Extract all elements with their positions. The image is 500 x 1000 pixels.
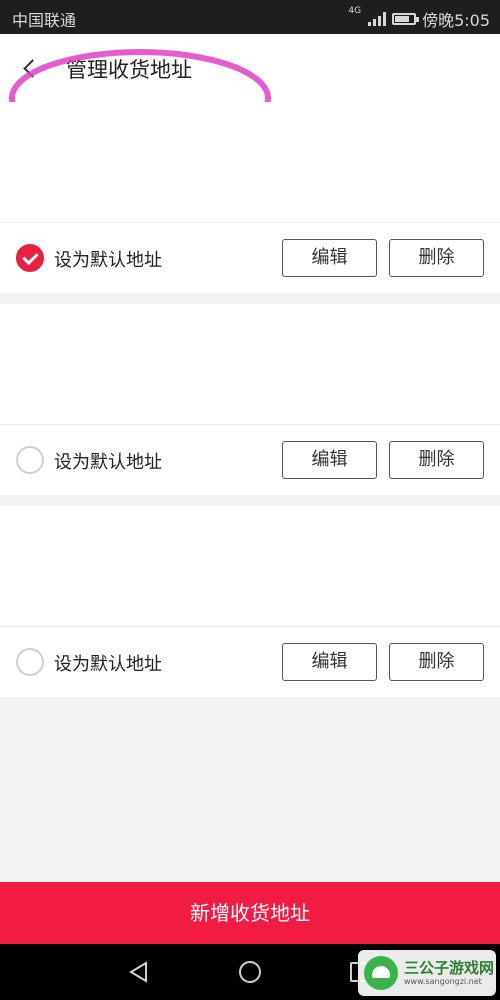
status-bar: 中国联通 4G 傍晚5:05 bbox=[0, 0, 500, 34]
back-arrow-icon[interactable] bbox=[22, 60, 38, 76]
status-icons: 4G 傍晚5:05 bbox=[348, 7, 490, 31]
address-details[interactable] bbox=[0, 506, 500, 627]
edit-button[interactable]: 编辑 bbox=[282, 239, 377, 277]
add-address-button[interactable]: 新增收货地址 bbox=[0, 882, 500, 944]
delete-button[interactable]: 删除 bbox=[389, 441, 484, 479]
default-label: 设为默认地址 bbox=[54, 452, 162, 473]
address-details[interactable] bbox=[0, 304, 500, 425]
carrier-name: 中国联通 bbox=[12, 11, 77, 30]
address-actions: 设为默认地址 编辑 删除 bbox=[0, 425, 500, 495]
address-card: 设为默认地址 编辑 删除 bbox=[0, 506, 500, 697]
page-header: 管理收货地址 bbox=[0, 34, 500, 149]
nav-home-icon[interactable] bbox=[239, 961, 261, 983]
address-card: 设为默认地址 编辑 删除 bbox=[0, 102, 500, 293]
default-label: 设为默认地址 bbox=[54, 250, 162, 271]
network-type: 4G bbox=[348, 6, 362, 16]
delete-button[interactable]: 删除 bbox=[389, 239, 484, 277]
status-time: 傍晚5:05 bbox=[422, 11, 490, 30]
watermark-url: www.sangongzi.net bbox=[404, 977, 482, 986]
page-title: 管理收货地址 bbox=[66, 58, 192, 82]
default-checkbox[interactable] bbox=[16, 446, 44, 474]
address-actions: 设为默认地址 编辑 删除 bbox=[0, 627, 500, 697]
address-card: 设为默认地址 编辑 删除 bbox=[0, 304, 500, 495]
watermark-title: 三公子游戏网 bbox=[404, 959, 495, 977]
watermark: 三公子游戏网 www.sangongzi.net bbox=[358, 950, 496, 996]
signal-icon bbox=[368, 12, 387, 26]
default-label: 设为默认地址 bbox=[54, 654, 162, 675]
nav-back-icon[interactable] bbox=[128, 961, 150, 983]
watermark-logo-icon bbox=[364, 956, 398, 990]
battery-icon bbox=[392, 13, 420, 25]
address-details[interactable] bbox=[0, 102, 500, 223]
address-actions: 设为默认地址 编辑 删除 bbox=[0, 223, 500, 293]
default-checkbox[interactable] bbox=[16, 244, 44, 272]
edit-button[interactable]: 编辑 bbox=[282, 441, 377, 479]
edit-button[interactable]: 编辑 bbox=[282, 643, 377, 681]
default-checkbox[interactable] bbox=[16, 648, 44, 676]
delete-button[interactable]: 删除 bbox=[389, 643, 484, 681]
